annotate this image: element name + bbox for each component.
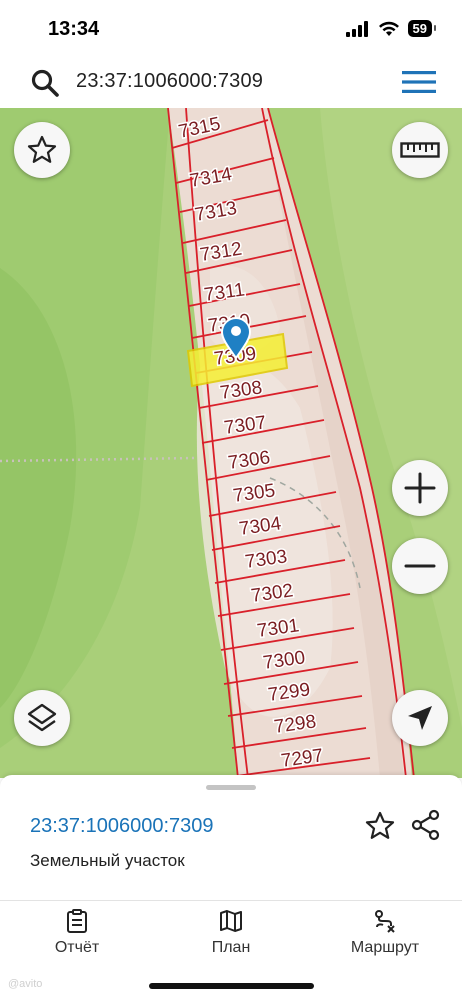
- sheet-drag-handle[interactable]: [206, 785, 256, 790]
- map-terrain: 7315731473137312731173107309730873077306…: [0, 108, 462, 778]
- favorite-button[interactable]: [14, 122, 70, 178]
- ruler-button[interactable]: [392, 122, 448, 178]
- zoom-out-button[interactable]: [392, 538, 448, 594]
- layers-icon: [27, 703, 57, 732]
- my-location-arrow-icon: [408, 706, 432, 730]
- layers-button[interactable]: [14, 690, 70, 746]
- nav-route-label: Маршрут: [350, 939, 420, 956]
- route-icon: [375, 910, 395, 933]
- battery-icon: 59: [407, 20, 437, 37]
- nav-report[interactable]: Отчёт: [17, 909, 137, 957]
- share-icon[interactable]: [410, 809, 442, 841]
- wifi-icon: [378, 21, 399, 36]
- map-view[interactable]: 7315731473137312731173107309730873077306…: [0, 108, 462, 778]
- zoom-in-button[interactable]: [392, 460, 448, 516]
- map-plan-icon: [220, 910, 242, 932]
- signal-icon: [345, 20, 368, 37]
- menu-icon[interactable]: [402, 71, 436, 93]
- report-clipboard-icon: [67, 909, 87, 933]
- search-icon[interactable]: [30, 68, 60, 98]
- my-location-button[interactable]: [392, 690, 448, 746]
- favorite-star-icon[interactable]: [364, 810, 396, 842]
- nav-plan-label: План: [211, 939, 251, 956]
- zoom-out-icon: [404, 564, 436, 568]
- cadastral-number: 23:37:1006000:7309: [30, 815, 214, 837]
- object-type: Земельный участок: [30, 851, 185, 870]
- status-icons: 59: [345, 20, 437, 37]
- zoom-in-icon: [404, 472, 436, 504]
- nav-plan[interactable]: План: [171, 909, 291, 957]
- status-bar: 13:34 59: [0, 0, 462, 60]
- favorite-star-icon: [27, 135, 57, 163]
- status-time: 13:34: [48, 18, 100, 40]
- home-indicator[interactable]: [149, 983, 314, 989]
- nav-route[interactable]: Маршрут: [325, 909, 445, 957]
- ruler-icon: [400, 142, 440, 158]
- nav-report-label: Отчёт: [54, 939, 100, 956]
- search-input[interactable]: 23:37:1006000:7309: [76, 70, 263, 93]
- watermark: @avito: [8, 978, 43, 990]
- search-bar[interactable]: 23:37:1006000:7309: [8, 62, 454, 102]
